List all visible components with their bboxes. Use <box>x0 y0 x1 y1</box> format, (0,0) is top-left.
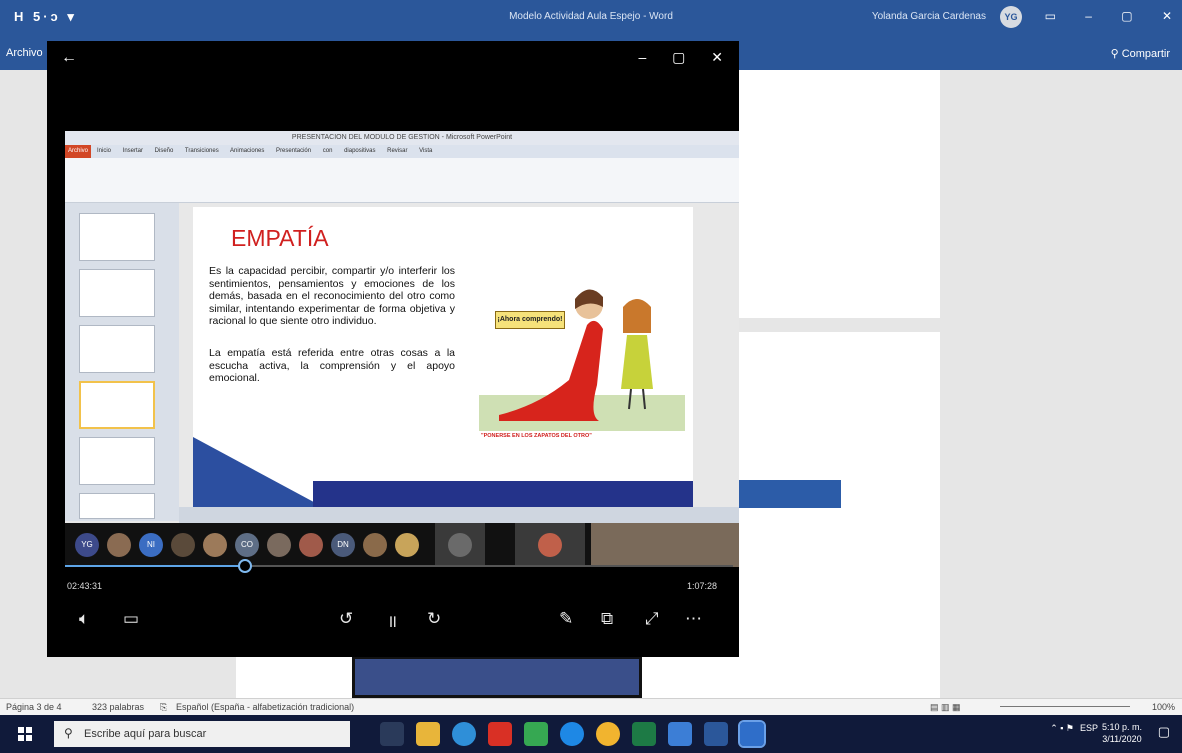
word-count[interactable]: 323 palabras <box>92 702 144 712</box>
forward-30-icon[interactable]: ↻ <box>427 609 441 629</box>
windows-taskbar: ⚲ Escribe aquí para buscar ⌃ ▪ ⚑ ESP 5:1… <box>0 715 1182 753</box>
slide-thumbnail <box>79 213 155 261</box>
task-view-icon[interactable] <box>380 722 404 746</box>
clock[interactable]: 5:10 p. m. 3/11/2020 <box>1102 721 1142 745</box>
participant-avatar <box>267 533 291 557</box>
slide-thumbnails <box>65 203 179 521</box>
time-elapsed: 02:43:31 <box>67 581 103 591</box>
clock-time: 5:10 p. m. <box>1101 722 1142 732</box>
participant-avatar <box>203 533 227 557</box>
zoom-level[interactable]: 100% <box>1152 702 1175 712</box>
participant-avatar <box>363 533 387 557</box>
participant-avatar <box>171 533 195 557</box>
document-page <box>738 70 940 318</box>
media-player-window: ← – ▢ ✕ PRESENTACION DEL MODULO DE GESTI… <box>47 41 739 657</box>
illustration-caption: "PONERSE EN LOS ZAPATOS DEL OTRO" <box>481 433 592 439</box>
participant-video-tile <box>435 523 485 567</box>
participant-video-tile <box>591 523 739 567</box>
fullscreen-icon[interactable]: ⤢ <box>645 609 659 629</box>
embedded-screenshot <box>352 656 642 698</box>
slide-bottom-band <box>313 481 693 507</box>
file-explorer-icon[interactable] <box>416 722 440 746</box>
input-language[interactable]: ESP <box>1080 723 1098 733</box>
participant-avatar <box>538 533 562 557</box>
ppt-ribbon <box>65 158 739 203</box>
document-page <box>738 332 940 698</box>
participant-avatar <box>395 533 419 557</box>
view-mode-icons[interactable]: ▤ ▥ ▦ <box>930 702 961 713</box>
share-button[interactable]: ⚲ Compartir <box>1111 47 1170 60</box>
edge-icon[interactable] <box>560 722 584 746</box>
captions-icon[interactable]: ▭ <box>123 609 139 629</box>
back-arrow-icon[interactable]: ← <box>61 49 77 67</box>
word-status-bar: Página 3 de 4 323 palabras ⎘ Español (Es… <box>0 698 1182 715</box>
app-icon[interactable] <box>668 722 692 746</box>
window-controls[interactable]: ▭ – ▢ ✕ <box>1045 9 1172 23</box>
ppt-file-tab: Archivo <box>65 145 91 158</box>
slide-thumbnail <box>79 269 155 317</box>
browser-icon[interactable] <box>596 722 620 746</box>
notification-icon[interactable]: ▢ <box>1158 724 1170 740</box>
active-app-icon[interactable] <box>738 720 766 748</box>
volume-icon[interactable]: 🔈︎ <box>79 609 89 629</box>
slide: EMPATÍA Es la capacidad percibir, compar… <box>193 207 693 507</box>
language-indicator[interactable]: Español (España - alfabetización tradici… <box>176 702 354 712</box>
player-window-controls[interactable]: – ▢ ✕ <box>638 49 723 66</box>
seek-bar[interactable] <box>65 559 733 573</box>
ppt-ribbon-tabs: Archivo Inicio Insertar Diseño Transicio… <box>65 145 739 158</box>
avatar[interactable]: YG <box>1000 6 1022 28</box>
participant-avatar <box>299 533 323 557</box>
search-icon: ⚲ <box>64 726 73 740</box>
seek-progress <box>65 565 245 567</box>
slide-paragraph: Es la capacidad percibir, compartir y/o … <box>209 265 455 327</box>
participant-avatar <box>448 533 472 557</box>
participant-avatar: CO <box>235 533 259 557</box>
search-placeholder: Escribe aquí para buscar <box>84 728 207 740</box>
excel-icon[interactable] <box>632 722 656 746</box>
time-total: 1:07:28 <box>686 581 717 591</box>
slide-thumbnail <box>79 437 155 485</box>
slide-thumbnail <box>79 325 155 373</box>
miniplayer-icon[interactable]: ⧉ <box>601 609 613 629</box>
slide-corner-decoration <box>193 437 323 507</box>
participant-avatar: NI <box>139 533 163 557</box>
video-frame[interactable]: PRESENTACION DEL MODULO DE GESTION - Mic… <box>65 131 739 523</box>
pause-icon[interactable]: ॥ <box>387 609 397 632</box>
slide-illustration <box>479 289 685 431</box>
slide-title: EMPATÍA <box>231 225 329 251</box>
participant-avatar <box>107 533 131 557</box>
clock-date: 3/11/2020 <box>1102 734 1142 744</box>
page-count[interactable]: Página 3 de 4 <box>6 702 62 712</box>
word-icon[interactable] <box>704 722 728 746</box>
slide-paragraph: La empatía está referida entre otras cos… <box>209 347 455 384</box>
share-label: Compartir <box>1121 48 1170 60</box>
slide-thumbnail-selected <box>79 381 155 429</box>
user-name[interactable]: Yolanda Garcia Cardenas <box>872 11 986 22</box>
participant-avatar: DN <box>331 533 355 557</box>
slide-thumbnail <box>79 493 155 519</box>
ppt-window-title: PRESENTACION DEL MODULO DE GESTION - Mic… <box>65 131 739 145</box>
speech-bubble: ¡Ahora comprendo! <box>495 311 565 329</box>
tab-archivo[interactable]: Archivo <box>6 47 43 59</box>
windows-start-icon[interactable] <box>18 727 32 741</box>
ppt-tabs-text: Inicio Insertar Diseño Transiciones Anim… <box>97 148 433 154</box>
rewind-10-icon[interactable]: ↺ <box>339 609 353 629</box>
ppt-status-bar <box>179 507 739 523</box>
seek-handle[interactable] <box>238 559 252 573</box>
embedded-image-bar <box>739 480 841 508</box>
participant-avatar: YG <box>75 533 99 557</box>
chrome-icon[interactable] <box>452 722 476 746</box>
pen-icon[interactable]: ✎ <box>559 609 573 629</box>
participant-strip: YG NI CO DN <box>65 523 739 567</box>
acrobat-icon[interactable] <box>488 722 512 746</box>
search-box[interactable]: ⚲ Escribe aquí para buscar <box>54 721 350 747</box>
proofing-icon[interactable]: ⎘ <box>160 702 167 713</box>
zoom-slider[interactable] <box>1000 706 1130 707</box>
word-title-bar: H 5·ↄ ▾ Modelo Actividad Aula Espejo - W… <box>0 0 1182 36</box>
more-options-icon[interactable]: ⋯ <box>685 609 702 629</box>
tray-icons[interactable]: ⌃ ▪ ⚑ <box>1050 723 1074 734</box>
app-icon[interactable] <box>524 722 548 746</box>
participant-video-tile <box>515 523 585 567</box>
